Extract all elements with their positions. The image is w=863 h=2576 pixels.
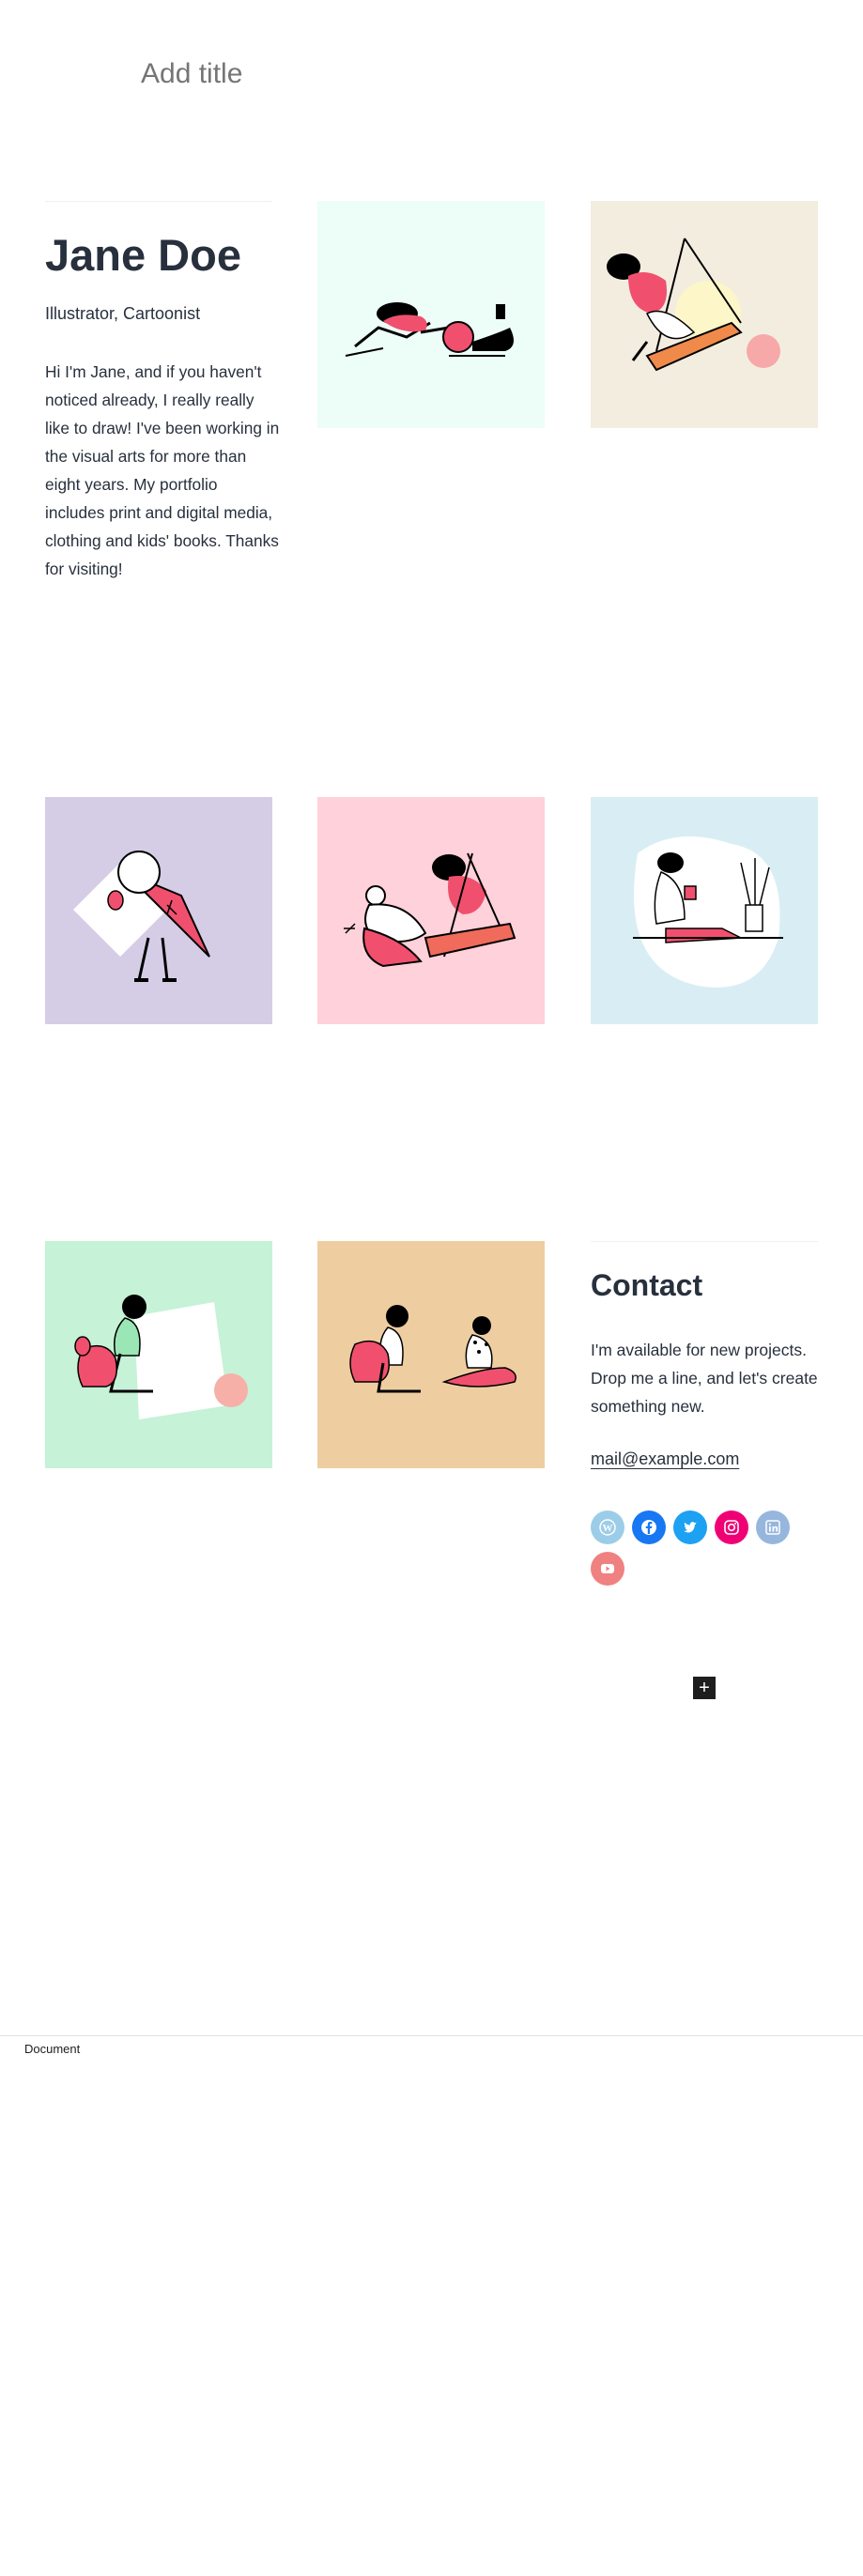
- gallery-tile-woman-reading[interactable]: [591, 797, 818, 1024]
- friends-sitting-illustration: [349, 1305, 516, 1393]
- contact-email-link[interactable]: mail@example.com: [591, 1449, 739, 1469]
- running-people-illustration: [345, 302, 514, 357]
- profile-name: Jane Doe: [45, 230, 241, 280]
- linkedin-icon: [765, 1520, 780, 1535]
- profile-role: Illustrator, Cartoonist: [45, 304, 201, 323]
- profile-bio: Hi I'm Jane, and if you haven't noticed …: [45, 362, 280, 578]
- youtube-link[interactable]: [591, 1552, 624, 1586]
- editor-footer-divider: [0, 2035, 863, 2036]
- twitter-icon: [684, 1522, 697, 1533]
- post-title-placeholder[interactable]: Add title: [141, 58, 242, 90]
- gallery-tile-running-people[interactable]: [317, 201, 545, 428]
- svg-text:W: W: [603, 1523, 613, 1534]
- instagram-link[interactable]: [715, 1510, 748, 1544]
- gallery-tile-woman-on-swing[interactable]: [591, 201, 818, 428]
- facebook-link[interactable]: [632, 1510, 666, 1544]
- ice-cream-illustration: [73, 851, 210, 982]
- breadcrumb-document[interactable]: Document: [24, 2042, 80, 2056]
- gallery-tile-friends-sitting[interactable]: [317, 1241, 545, 1468]
- wordpress-link[interactable]: W: [591, 1510, 624, 1544]
- facebook-icon: [641, 1520, 656, 1535]
- linkedin-link[interactable]: [756, 1510, 790, 1544]
- instagram-icon: [724, 1520, 739, 1535]
- add-block-button[interactable]: +: [693, 1677, 716, 1699]
- twitter-link[interactable]: [673, 1510, 707, 1544]
- contact-text: I'm available for new projects. Drop me …: [591, 1341, 818, 1416]
- separator: [591, 1241, 818, 1242]
- contact-heading: Contact: [591, 1268, 703, 1302]
- woman-with-dog-illustration: [74, 1295, 248, 1419]
- woman-on-swing-illustration: [607, 238, 780, 372]
- gallery-tile-swing-and-friend[interactable]: [317, 797, 545, 1024]
- swing-and-friend-illustration: [344, 852, 516, 968]
- gallery-tile-ice-cream[interactable]: [45, 797, 272, 1024]
- woman-reading-illustration: [633, 836, 783, 988]
- separator: [45, 201, 272, 202]
- gallery-tile-woman-with-dog[interactable]: [45, 1241, 272, 1468]
- wordpress-icon: W: [599, 1519, 616, 1536]
- youtube-icon: [601, 1564, 614, 1573]
